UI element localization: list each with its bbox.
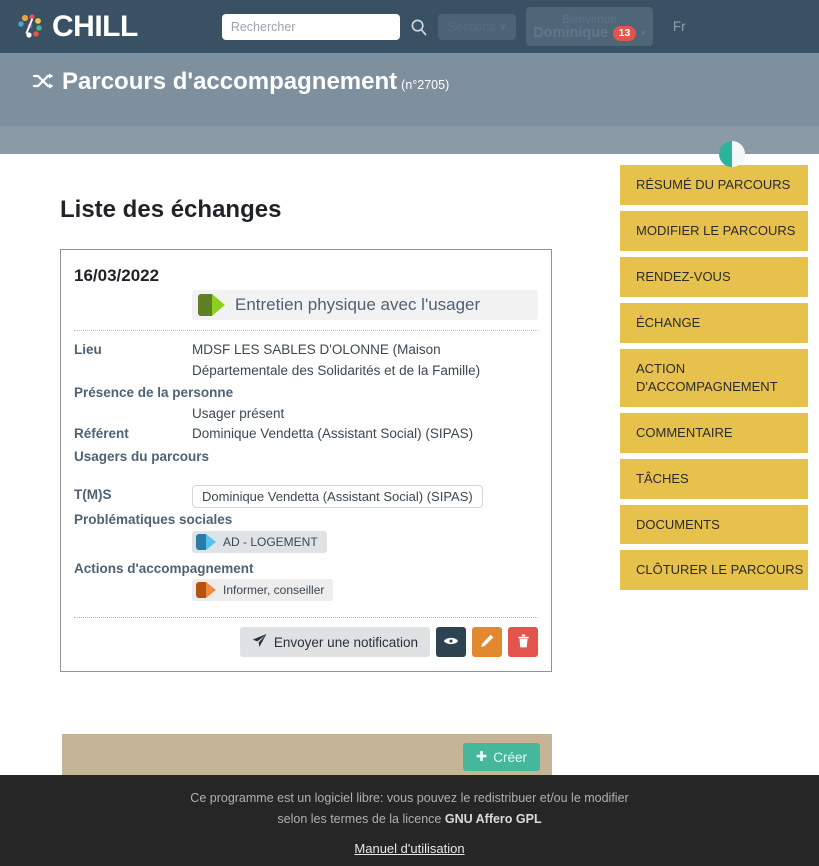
page-title-text: Parcours d'accompagnement: [62, 68, 398, 95]
field-label: Présence de la personne: [74, 385, 234, 401]
sidebar-item-echange[interactable]: ÉCHANGE: [620, 302, 808, 343]
blue-social-issue-tag-icon: [196, 533, 216, 550]
user-menu-button[interactable]: Bienvenue Dominique 13 ▾: [525, 7, 653, 46]
footer-license-prefix: selon les termes de la licence: [277, 812, 445, 826]
divider: [74, 617, 538, 619]
search-input[interactable]: [221, 13, 400, 40]
notification-count-badge: 13: [613, 26, 636, 41]
user-name: Dominique: [533, 24, 609, 41]
field-label: T(M)S: [74, 487, 112, 503]
half-circle-progress-icon: [719, 141, 745, 167]
card-action-bar: Envoyer une notification: [74, 627, 538, 658]
field-accompaniment-actions: Actions d'accompagnement Informer, conse…: [74, 559, 538, 604]
create-action-bar: ✚ Créer: [62, 734, 552, 781]
footer-license-name: GNU Affero GPL: [444, 812, 542, 826]
top-navbar: CHILL Sections ▾ Bienvenue Dominique 13 …: [0, 0, 819, 53]
sidebar-item-resume-parcours[interactable]: RÉSUMÉ DU PARCOURS: [620, 165, 808, 205]
field-tms: T(M)S Dominique Vendetta (Assistant Soci…: [74, 485, 538, 509]
brand-logo[interactable]: CHILL: [16, 9, 138, 43]
page-heading: Liste des échanges: [60, 196, 282, 223]
page-body: Liste des échanges 16/03/2022 Entretien …: [0, 141, 819, 781]
sections-menu-button[interactable]: Sections ▾: [437, 13, 516, 40]
delete-button[interactable]: [508, 627, 538, 658]
sidebar-item-modifier-parcours[interactable]: MODIFIER LE PARCOURS: [620, 210, 808, 251]
field-presence: Présence de la personne Usager présent: [74, 383, 538, 424]
create-button[interactable]: ✚ Créer: [462, 743, 540, 772]
create-label: Créer: [493, 749, 527, 765]
view-button[interactable]: [436, 627, 466, 658]
page-banner-title: Parcours d'accompagnement (n°2705): [32, 67, 452, 99]
main-content: Liste des échanges 16/03/2022 Entretien …: [0, 154, 620, 781]
green-activity-tag-icon: [198, 294, 225, 316]
tms-value-pill: Dominique Vendetta (Assistant Social) (S…: [192, 485, 483, 509]
field-value: Dominique Vendetta (Assistant Social) (S…: [192, 426, 474, 442]
parcours-number: (n°2705): [401, 78, 450, 92]
trash-icon: [517, 634, 530, 651]
send-notification-button[interactable]: Envoyer une notification: [239, 627, 430, 658]
pencil-icon: [480, 634, 494, 651]
field-label: Référent: [74, 426, 129, 442]
field-label: Problématiques sociales: [74, 512, 233, 528]
divider: [74, 330, 538, 331]
edit-button[interactable]: [472, 627, 502, 658]
field-label: Lieu: [74, 342, 102, 357]
field-referent: Référent Dominique Vendetta (Assistant S…: [74, 424, 538, 445]
page-banner: Parcours d'accompagnement (n°2705): [0, 53, 819, 126]
exchange-type-row: Entretien physique avec l'usager: [192, 290, 538, 320]
field-lieu: Lieu MDSF LES SABLES D'OLONNE (Maison Dé…: [74, 340, 538, 381]
sidebar-item-rendez-vous[interactable]: RENDEZ-VOUS: [620, 256, 808, 297]
orange-action-tag-icon: [196, 582, 216, 599]
sidebar-item-action-accompagnement[interactable]: ACTION D'ACCOMPAGNEMENT: [620, 348, 808, 407]
paper-plane-icon: [252, 633, 267, 651]
eye-icon: [443, 635, 459, 650]
search-icon[interactable]: [410, 18, 428, 36]
field-social-issues: Problématiques sociales AD - LOGEMENT: [74, 510, 538, 555]
sidebar-item-taches[interactable]: TÂCHES: [620, 458, 808, 499]
field-value: MDSF LES SABLES D'OLONNE (Maison Départe…: [192, 342, 481, 378]
chip-label: Informer, conseiller: [223, 583, 325, 598]
exchange-type-label: Entretien physique avec l'usager: [235, 295, 481, 314]
brand-name: CHILL: [52, 9, 138, 43]
field-usagers-label: Usagers du parcours: [74, 448, 210, 464]
chill-dots-logo-icon: [16, 12, 46, 42]
sidebar-item-cloturer-parcours[interactable]: CLÔTURER LE PARCOURS: [620, 550, 808, 591]
chip-label: AD - LOGEMENT: [223, 534, 318, 549]
sections-label: Sections: [447, 19, 496, 34]
chevron-down-icon: ▾: [499, 20, 506, 34]
sidebar-menu: RÉSUMÉ DU PARCOURS MODIFIER LE PARCOURS …: [620, 154, 819, 591]
chevron-down-icon: ▾: [640, 28, 646, 39]
exchange-card: 16/03/2022 Entretien physique avec l'usa…: [60, 249, 552, 673]
send-notification-label: Envoyer une notification: [273, 634, 418, 650]
sidebar-item-commentaire[interactable]: COMMENTAIRE: [620, 412, 808, 453]
welcome-label: Bienvenue: [562, 13, 617, 26]
sidebar-item-documents[interactable]: DOCUMENTS: [620, 504, 808, 545]
sidebar: RÉSUMÉ DU PARCOURS MODIFIER LE PARCOURS …: [620, 141, 819, 780]
footer-license-line-2: selon les termes de la licence GNU Affer…: [277, 810, 541, 829]
navbar-center-group: Sections ▾ Bienvenue Dominique 13 ▾: [221, 7, 653, 46]
social-issue-chip[interactable]: AD - LOGEMENT: [192, 530, 327, 553]
language-switcher[interactable]: Fr: [673, 19, 686, 34]
exchange-date: 16/03/2022: [74, 266, 160, 285]
field-label: Actions d'accompagnement: [74, 560, 254, 576]
page-footer: Ce programme est un logiciel libre: vous…: [0, 775, 819, 866]
plus-icon: ✚: [475, 749, 488, 765]
field-value: Usager présent: [192, 405, 285, 421]
accompaniment-action-chip[interactable]: Informer, conseiller: [192, 579, 334, 602]
user-row: Dominique 13 ▾: [533, 24, 646, 42]
manual-link[interactable]: Manuel d'utilisation: [354, 841, 464, 856]
footer-license-line-1: Ce programme est un logiciel libre: vous…: [190, 790, 629, 805]
banner-strip: [0, 126, 819, 154]
shuffle-icon: [32, 69, 56, 99]
